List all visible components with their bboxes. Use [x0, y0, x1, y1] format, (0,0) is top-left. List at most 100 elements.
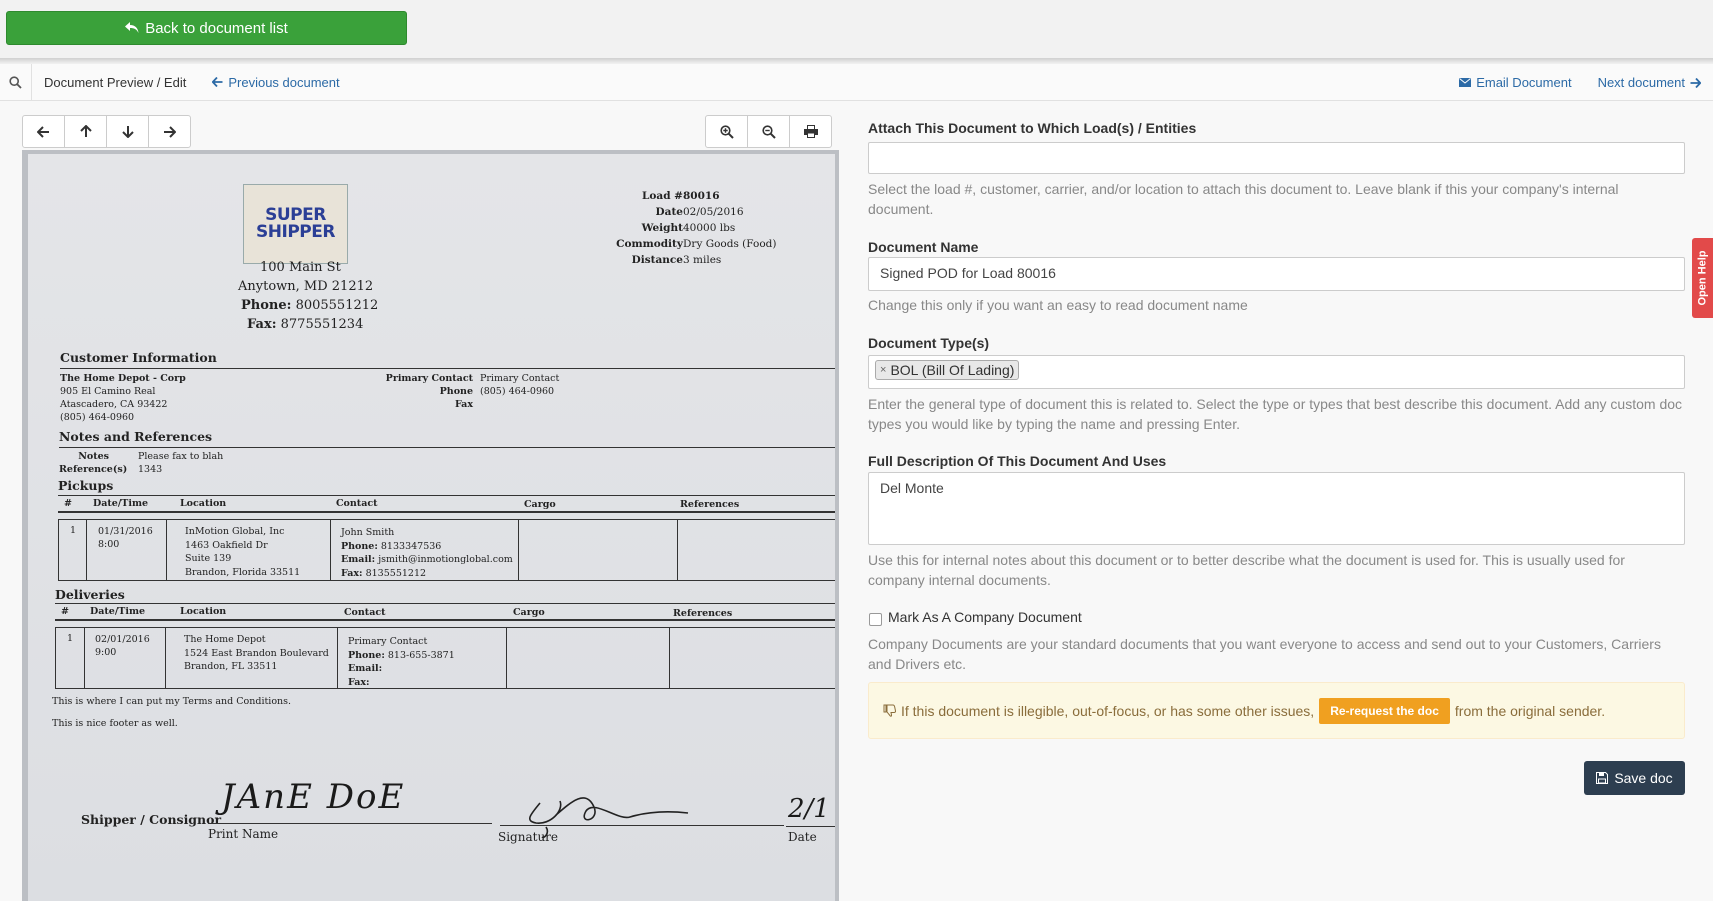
references-label: Reference(s) — [59, 464, 128, 475]
deliveries-col-num: # — [61, 606, 69, 617]
weight-label: Weight — [641, 222, 683, 234]
delivery-contact-phone: Phone: 813-655-3871 — [348, 649, 455, 663]
pan-up-button[interactable] — [64, 115, 107, 148]
load-number-value: 80016 — [683, 190, 720, 202]
document-name-help: Change this only if you want an easy to … — [868, 297, 1248, 313]
email-document-link[interactable]: Email Document — [1459, 75, 1572, 90]
description-help: Use this for internal notes about this d… — [868, 552, 1625, 588]
company-address-1: 100 Main St — [260, 260, 341, 275]
document-type-input[interactable]: × BOL (Bill Of Lading) — [868, 355, 1685, 389]
document-name-label: Document Name — [868, 239, 979, 255]
company-document-label[interactable]: Mark As A Company Document — [888, 609, 1082, 625]
deliveries-col-references: References — [673, 608, 733, 619]
zoom-out-button[interactable] — [747, 115, 790, 148]
zoom-in-icon — [719, 124, 734, 139]
delivery-row-contact: Primary Contact Phone: 813-655-3871 Emai… — [348, 635, 455, 689]
references-value: 1343 — [138, 464, 163, 475]
previous-document-link[interactable]: Previous document — [212, 74, 340, 90]
zoom-in-button[interactable] — [705, 115, 748, 148]
description-textarea[interactable]: Del Monte — [868, 472, 1685, 545]
email-document-label: Email Document — [1476, 75, 1572, 90]
back-to-document-list-button[interactable]: Back to document list — [6, 11, 407, 45]
deliveries-vline-3 — [337, 627, 338, 688]
company-address-2: Anytown, MD 21212 — [238, 279, 374, 294]
notes-heading: Notes and References — [59, 429, 213, 444]
deliveries-heading: Deliveries — [55, 587, 125, 602]
notes-label: Notes — [78, 451, 109, 462]
pickup-row-location: InMotion Global, Inc 1463 Oakfield Dr Su… — [185, 525, 300, 579]
print-name-label: Print Name — [208, 827, 279, 841]
document-type-help: Enter the general type of document this … — [868, 396, 1683, 432]
pickups-col-references: References — [680, 499, 740, 510]
document-preview-frame[interactable]: SUPER SHIPPER 100 Main St Anytown, MD 212… — [22, 150, 839, 901]
nav-right-actions: Email Document Next document — [1459, 64, 1701, 101]
delivery-date: 02/01/2016 — [95, 634, 150, 645]
save-doc-button[interactable]: Save doc — [1584, 761, 1685, 795]
delivery-row-datetime: 02/01/2016 9:00 — [95, 633, 150, 659]
terms-text: This is where I can put my Terms and Con… — [52, 696, 292, 707]
deliveries-col-location: Location — [180, 606, 227, 617]
deliveries-vline-0 — [55, 627, 56, 688]
signature-line — [500, 825, 784, 826]
open-help-tab[interactable]: Open Help — [1692, 238, 1713, 318]
deliveries-header-top — [55, 603, 835, 604]
pickup-time: 8:00 — [98, 539, 120, 550]
arrow-down-icon — [121, 126, 134, 138]
company-fax-value: 8775551234 — [280, 317, 364, 332]
handwritten-name: JAnE DoE — [221, 777, 406, 817]
company-fax-label: Fax: — [247, 317, 277, 332]
previous-document-label: Previous document — [228, 74, 340, 90]
delivery-email-label: Email: — [348, 663, 383, 674]
deliveries-col-datetime: Date/Time — [90, 606, 146, 617]
company-fax: Fax: 8775551234 — [247, 317, 363, 332]
primary-contact-label: Primary Contact — [385, 373, 473, 384]
pan-left-button[interactable] — [22, 115, 65, 148]
pickup-fax-value: 8135551212 — [365, 567, 427, 579]
deliveries-vline-1 — [84, 627, 85, 688]
customer-contact-values: Primary Contact (805) 464-0960 — [480, 372, 559, 398]
pickup-contact-phone: Phone: 8133347536 — [341, 540, 513, 554]
pickups-vline-0 — [58, 519, 59, 580]
arrow-up-icon — [79, 125, 92, 137]
distance-label: Distance — [631, 254, 683, 266]
back-label: Back to document list — [145, 19, 288, 37]
attach-help-text: Select the load #, customer, carrier, an… — [868, 181, 1619, 217]
signature-label: Signature — [498, 830, 559, 844]
pan-down-button[interactable] — [106, 115, 149, 148]
search-toggle[interactable] — [0, 63, 32, 101]
floppy-disk-icon — [1596, 772, 1609, 784]
top-bar: Back to document list — [0, 0, 1713, 62]
contact-phone-label: Phone — [439, 386, 473, 397]
logo-line-2: SHIPPER — [256, 222, 335, 242]
remove-tag-icon[interactable]: × — [880, 364, 886, 376]
delivery-row-location: The Home Depot 1524 East Brandon Bouleva… — [184, 633, 329, 674]
company-document-checkbox[interactable] — [869, 613, 882, 626]
pickups-col-datetime: Date/Time — [93, 498, 149, 509]
pickups-col-num: # — [64, 498, 72, 509]
deliveries-vline-5 — [669, 627, 670, 688]
document-name-input[interactable]: Signed POD for Load 80016 — [868, 257, 1685, 291]
pickup-email-label: Email: — [341, 554, 376, 565]
notes-divider — [59, 447, 835, 448]
alert-text-after: from the original sender. — [1454, 702, 1606, 719]
envelope-icon — [1459, 78, 1472, 87]
re-request-doc-button[interactable]: Re-request the doc — [1319, 697, 1450, 724]
pickups-col-cargo: Cargo — [524, 499, 556, 510]
document-type-tag[interactable]: × BOL (Bill Of Lading) — [875, 360, 1020, 380]
next-document-link[interactable]: Next document — [1598, 75, 1701, 90]
pickup-phone-label: Phone: — [341, 540, 378, 552]
arrow-left-icon — [37, 125, 49, 138]
commodity-value: Dry Goods (Food) — [683, 238, 777, 250]
arrow-right-icon — [1690, 77, 1701, 88]
document-type-label: Document Type(s) — [868, 335, 990, 351]
save-doc-label: Save doc — [1614, 770, 1673, 786]
attach-entities-input[interactable] — [868, 142, 1685, 174]
pickups-header-bottom — [58, 511, 835, 513]
super-shipper-logo: SUPER SHIPPER — [243, 184, 348, 264]
pan-right-button[interactable] — [148, 115, 191, 148]
customer-name: The Home Depot - Corp — [60, 373, 186, 384]
pickup-email-value: jsmith@inmotionglobal.com — [378, 554, 513, 565]
company-phone: Phone: 8005551212 — [241, 298, 378, 313]
footer-text: This is nice footer as well. — [52, 718, 178, 729]
print-button[interactable] — [789, 115, 832, 148]
